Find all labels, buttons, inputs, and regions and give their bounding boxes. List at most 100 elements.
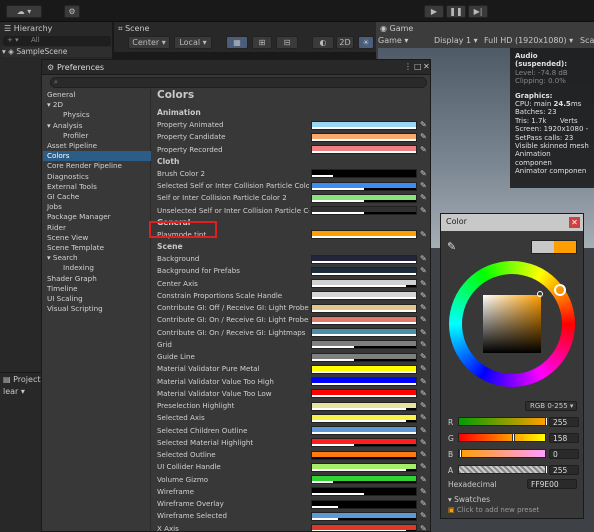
nav-item-indexing[interactable]: Indexing xyxy=(43,263,151,273)
eyedropper-icon[interactable]: ✎ xyxy=(420,279,429,289)
channel-value-input[interactable]: 0 xyxy=(549,448,579,459)
color-swatch[interactable] xyxy=(311,426,417,435)
color-swatch[interactable] xyxy=(311,230,417,240)
clear-button[interactable]: lear ▾ xyxy=(3,386,25,398)
nav-item-visual-scripting[interactable]: Visual Scripting xyxy=(43,304,151,314)
color-mode-dropdown[interactable]: RGB 0-255 ▾ xyxy=(525,401,577,411)
color-swatch[interactable] xyxy=(311,132,417,142)
pivot-dropdown[interactable]: Center ▾ xyxy=(128,36,170,49)
color-swatch[interactable] xyxy=(311,340,417,350)
toggle-2d-button[interactable]: 2D xyxy=(336,36,354,49)
close-icon[interactable]: ✕ xyxy=(423,62,430,71)
color-swatch[interactable] xyxy=(311,328,417,337)
maximize-icon[interactable]: □ xyxy=(414,62,422,71)
nav-item-core-render-pipeline[interactable]: Core Render Pipeline xyxy=(43,161,151,171)
nav-item-profiler[interactable]: Profiler xyxy=(43,131,151,141)
saturation-value-square[interactable] xyxy=(483,295,541,353)
color-swatch[interactable] xyxy=(311,315,417,325)
nav-item-shader-graph[interactable]: Shader Graph xyxy=(43,274,151,284)
slider-handle[interactable] xyxy=(545,417,548,426)
channel-slider[interactable] xyxy=(458,433,546,442)
eyedropper-icon[interactable]: ✎ xyxy=(420,145,429,155)
eyedropper-icon[interactable]: ✎ xyxy=(420,487,429,497)
color-picker-title-bar[interactable]: Color ✕ xyxy=(441,214,583,231)
eyedropper-icon[interactable]: ✎ xyxy=(420,511,429,521)
game-tab[interactable]: ◉ Game xyxy=(380,23,413,35)
eyedropper-icon[interactable]: ✎ xyxy=(420,315,429,325)
color-swatch[interactable] xyxy=(311,266,417,276)
hue-cursor[interactable] xyxy=(554,284,566,296)
eyedropper-icon[interactable]: ✎ xyxy=(420,254,429,264)
channel-slider[interactable] xyxy=(458,465,548,474)
nav-item-search[interactable]: ▾ Search xyxy=(43,253,151,263)
color-swatch[interactable] xyxy=(311,291,417,301)
eyedropper-icon[interactable]: ✎ xyxy=(420,230,429,240)
color-swatch[interactable] xyxy=(311,206,417,215)
color-swatch[interactable] xyxy=(311,499,417,509)
add-preset-row[interactable]: ▣ Click to add new preset xyxy=(448,506,539,514)
color-swatch[interactable] xyxy=(311,511,417,521)
step-button[interactable]: ▶| xyxy=(468,5,488,18)
nav-item-physics[interactable]: Physics xyxy=(43,110,151,120)
nav-item-package-manager[interactable]: Package Manager xyxy=(43,212,151,222)
color-swatch[interactable] xyxy=(311,364,417,374)
channel-value-input[interactable]: 158 xyxy=(549,432,579,443)
account-dropdown[interactable]: ☁ ▾ xyxy=(6,5,42,18)
channel-slider[interactable] xyxy=(458,449,546,458)
eyedropper-icon[interactable]: ✎ xyxy=(420,524,429,532)
scene-root-item[interactable]: ▾ ◈ SampleScene xyxy=(2,47,112,57)
color-swatch[interactable] xyxy=(311,401,417,411)
menu-icon[interactable]: ⋮ xyxy=(404,62,412,71)
nav-item-2d[interactable]: ▾ 2D xyxy=(43,100,151,110)
color-swatch[interactable] xyxy=(311,462,417,472)
color-swatch[interactable] xyxy=(311,377,417,386)
eyedropper-icon[interactable]: ✎ xyxy=(420,377,429,387)
eyedropper-icon[interactable]: ✎ xyxy=(420,169,429,179)
eyedropper-icon[interactable]: ✎ xyxy=(420,499,429,509)
eyedropper-icon[interactable]: ✎ xyxy=(420,193,429,203)
eyedropper-icon[interactable]: ✎ xyxy=(420,181,429,191)
resolution-dropdown[interactable]: Full HD (1920x1080) ▾ xyxy=(484,35,573,47)
nav-item-jobs[interactable]: Jobs xyxy=(43,202,151,212)
channel-value-input[interactable]: 255 xyxy=(549,416,579,427)
eyedropper-icon[interactable]: ✎ xyxy=(420,266,429,276)
nav-item-timeline[interactable]: Timeline xyxy=(43,284,151,294)
display-dropdown[interactable]: Display 1 ▾ xyxy=(434,35,478,47)
nav-item-external-tools[interactable]: External Tools xyxy=(43,182,151,192)
color-swatch[interactable] xyxy=(311,181,417,191)
channel-value-input[interactable]: 255 xyxy=(549,464,579,475)
color-swatch[interactable] xyxy=(311,413,417,423)
preferences-title-bar[interactable]: ⚙ Preferences ⋮ □ ✕ xyxy=(42,60,430,75)
eyedropper-icon[interactable]: ✎ xyxy=(420,438,429,448)
scene-tab[interactable]: ⌗ Scene xyxy=(118,23,149,35)
slider-handle[interactable] xyxy=(512,433,516,442)
eyedropper-icon[interactable]: ✎ xyxy=(420,291,429,301)
pause-button[interactable]: ❚❚ xyxy=(446,5,466,18)
scale-slider[interactable]: Sca xyxy=(580,35,594,47)
eyedropper-icon[interactable]: ✎ xyxy=(420,206,429,216)
hierarchy-tab[interactable]: ☰ Hierarchy xyxy=(4,23,52,35)
swatches-foldout[interactable]: ▾ Swatches xyxy=(448,495,490,504)
eyedropper-icon[interactable]: ✎ xyxy=(420,132,429,142)
play-button[interactable]: ▶ xyxy=(424,5,444,18)
color-swatch[interactable] xyxy=(311,279,417,288)
color-swatch[interactable] xyxy=(311,389,417,399)
color-swatch[interactable] xyxy=(311,450,417,460)
eyedropper-icon[interactable]: ✎ xyxy=(420,413,429,423)
project-tab[interactable]: ▤ Project xyxy=(3,374,40,386)
nav-item-analysis[interactable]: ▾ Analysis xyxy=(43,121,151,131)
eyedropper-icon[interactable]: ✎ xyxy=(420,475,429,485)
slider-handle[interactable] xyxy=(545,465,548,474)
eyedropper-icon[interactable]: ✎ xyxy=(420,450,429,460)
nav-item-diagnostics[interactable]: Diagnostics xyxy=(43,172,151,182)
eyedropper-icon[interactable]: ✎ xyxy=(420,364,429,374)
hex-input[interactable]: FF9E00 xyxy=(527,479,577,489)
nav-item-ui-scaling[interactable]: UI Scaling xyxy=(43,294,151,304)
eyedropper-icon[interactable]: ✎ xyxy=(420,340,429,350)
color-swatch[interactable] xyxy=(311,254,417,264)
preferences-search-input[interactable]: ⌕ xyxy=(50,77,427,88)
color-swatch[interactable] xyxy=(311,120,417,130)
increment-snap-icon[interactable]: ⊞ xyxy=(252,36,272,49)
draw-mode-icon[interactable]: ◐ xyxy=(312,36,334,49)
lighting-toggle-icon[interactable]: ☀ xyxy=(358,36,374,49)
